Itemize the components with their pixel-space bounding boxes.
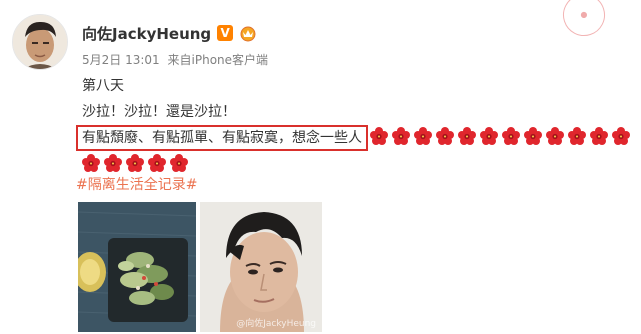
salad-photo[interactable] (78, 202, 196, 332)
hibiscus-emoji-icon (80, 154, 102, 176)
flower-emoji-row-1 (368, 127, 632, 149)
stamp-decoration-icon: ● (557, 0, 611, 42)
avatar[interactable] (12, 14, 68, 70)
post-meta: 5月2日 13:01 来自iPhone客户端 (82, 51, 268, 68)
hibiscus-emoji-icon (412, 127, 434, 149)
photo-watermark: @向佐JackyHeung (236, 319, 316, 329)
verified-v-badge-icon: V (217, 25, 234, 41)
hibiscus-emoji-icon (610, 127, 632, 149)
post-line-salad: 沙拉！沙拉！還是沙拉！ (82, 104, 236, 120)
hibiscus-emoji-icon (456, 127, 478, 149)
hibiscus-emoji-icon (566, 127, 588, 149)
hibiscus-emoji-icon (544, 127, 566, 149)
hibiscus-emoji-icon (102, 154, 124, 176)
source-prefix: 来自 (167, 53, 192, 67)
post-date[interactable]: 5月2日 13:01 (82, 53, 160, 67)
hashtag-link[interactable]: #隔离生活全记录# (76, 174, 197, 194)
hibiscus-emoji-icon (522, 127, 544, 149)
hibiscus-emoji-icon (500, 127, 522, 149)
author-row: 向佐JackyHeung V (82, 22, 257, 44)
highlighted-line-row: 有點頹廢、有點孤單、有點寂寞，想念一些人 (76, 125, 630, 151)
hibiscus-emoji-icon (168, 154, 190, 176)
selfie-photo[interactable]: @向佐JackyHeung (200, 202, 322, 332)
crown-badge-icon[interactable] (239, 24, 257, 42)
hibiscus-emoji-icon (588, 127, 610, 149)
hibiscus-emoji-icon (124, 154, 146, 176)
hibiscus-emoji-icon (434, 127, 456, 149)
post-line-day: 第八天 (82, 78, 124, 94)
hibiscus-emoji-icon (146, 154, 168, 176)
post-body: 第八天 沙拉！沙拉！還是沙拉！ 有點頹廢、有點孤單、有點寂寞，想念一些人 (76, 74, 630, 177)
hibiscus-emoji-icon (390, 127, 412, 149)
hibiscus-emoji-icon (368, 127, 390, 149)
hibiscus-emoji-icon (478, 127, 500, 149)
highlighted-feelings-line: 有點頹廢、有點孤單、有點寂寞，想念一些人 (76, 125, 368, 151)
source-device[interactable]: iPhone客户端 (192, 53, 269, 67)
author-name[interactable]: 向佐JackyHeung (82, 23, 211, 44)
